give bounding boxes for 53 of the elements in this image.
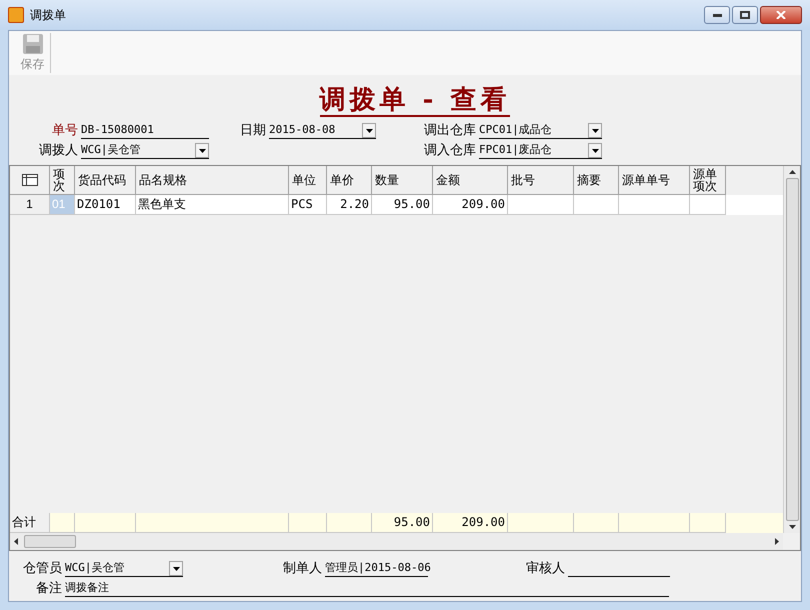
dropdown-button[interactable]: [588, 123, 602, 138]
dropdown-field[interactable]: WCG|吴仓管: [65, 559, 183, 577]
dropdown-button[interactable]: [195, 143, 209, 158]
dropdown-button[interactable]: [362, 123, 376, 138]
form-title: 调拨单 - 查看: [320, 85, 510, 117]
row-number: 1: [10, 195, 50, 215]
scroll-up-icon[interactable]: [788, 170, 796, 174]
field-label: 调拨人: [38, 140, 79, 158]
table-cell: 209.00: [433, 195, 508, 215]
caret-icon: [592, 128, 598, 132]
app-icon: [8, 7, 24, 23]
close-icon: [776, 11, 786, 19]
caret-icon: [172, 566, 180, 570]
caret-icon: [198, 148, 206, 152]
field-label: 审核人: [525, 558, 566, 576]
table-cell: 01: [50, 195, 75, 215]
scroll-down-icon[interactable]: [788, 525, 796, 529]
table-cell: DZ0101: [75, 195, 136, 215]
table-cell: 95.00: [372, 195, 433, 215]
dropdown-field[interactable]: WCG|吴仓管: [81, 141, 209, 159]
table-cell: 2.20: [327, 195, 372, 215]
field-label: 调出仓库: [423, 120, 477, 138]
field-label: 仓管员: [22, 558, 63, 576]
field-label: 制单人: [282, 558, 323, 576]
dropdown-field[interactable]: 2015-08-08: [269, 121, 376, 139]
table-cell: PCS: [289, 195, 327, 215]
scroll-thumb[interactable]: [786, 178, 798, 521]
minimize-icon: [712, 14, 722, 16]
total-label: 合计: [10, 513, 50, 533]
field-label: 单号: [51, 120, 79, 138]
dropdown-field[interactable]: CPC01|成品仓: [479, 121, 602, 139]
window-title: 调拨单: [30, 7, 67, 24]
dropdown-field[interactable]: FPC01|废品仓: [479, 141, 602, 159]
scroll-thumb[interactable]: [24, 535, 76, 548]
maximize-button[interactable]: [732, 6, 758, 24]
caret-icon: [366, 128, 372, 132]
text-field[interactable]: 调拨备注: [65, 579, 669, 597]
field-label: 调入仓库: [423, 140, 477, 158]
close-button[interactable]: [760, 6, 802, 24]
text-field[interactable]: DB-15080001: [81, 121, 209, 139]
table-cell: 黑色单支: [136, 195, 289, 215]
caret-icon: [592, 148, 598, 152]
maximize-icon: [740, 11, 750, 19]
field-label: 日期: [239, 120, 267, 138]
scroll-left-icon[interactable]: [14, 538, 18, 545]
vertical-scrollbar[interactable]: [783, 166, 800, 533]
text-field[interactable]: 管理员|2015-08-06: [325, 559, 428, 577]
minimize-button[interactable]: [704, 6, 730, 24]
horizontal-scrollbar[interactable]: [10, 533, 783, 550]
dropdown-button[interactable]: [169, 561, 183, 576]
dropdown-button[interactable]: [588, 143, 602, 158]
field-label: 备注: [35, 578, 63, 596]
scroll-right-icon[interactable]: [775, 538, 779, 545]
